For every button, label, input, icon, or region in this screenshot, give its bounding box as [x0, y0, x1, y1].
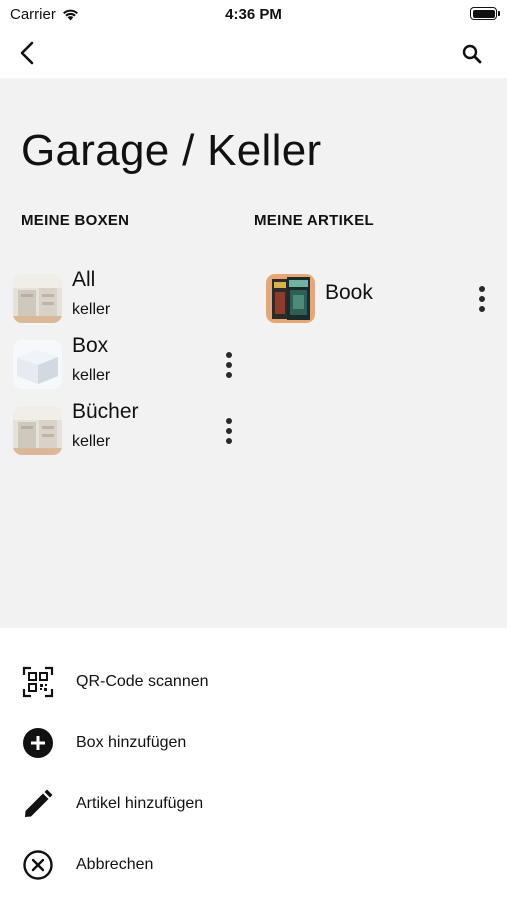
box-location: keller — [72, 367, 111, 384]
box-title: All — [72, 268, 96, 291]
cancel-label: Abbrechen — [76, 856, 154, 873]
box-thumbnail-buecher — [13, 406, 62, 455]
box-location: keller — [72, 433, 111, 450]
box-location: keller — [72, 301, 111, 318]
chevron-left-icon — [20, 41, 34, 65]
box-row-box[interactable]: Box keller — [13, 334, 243, 394]
battery-icon — [470, 7, 500, 20]
box-title: Box — [72, 334, 109, 357]
pencil-icon — [22, 788, 54, 820]
article-thumbnail-book — [266, 274, 315, 323]
add-box-label: Box hinzufügen — [76, 734, 187, 751]
content-area: Garage / Keller MEINE BOXEN MEINE ARTIKE… — [0, 78, 507, 628]
add-circle-icon — [22, 727, 54, 759]
action-sheet: QR-Code scannen Box hinzufügen Artikel h… — [0, 628, 507, 900]
box-menu-button[interactable] — [219, 347, 239, 383]
search-button[interactable] — [457, 39, 487, 69]
add-box-action[interactable]: Box hinzufügen — [0, 715, 507, 771]
box-thumbnail-all — [13, 274, 62, 323]
status-time: 4:36 PM — [225, 6, 282, 23]
qr-code-icon — [22, 666, 54, 698]
articles-section-header: MEINE ARTIKEL — [254, 212, 375, 229]
box-menu-button[interactable] — [219, 413, 239, 449]
article-row-book[interactable]: Book — [266, 268, 466, 328]
add-article-action[interactable]: Artikel hinzufügen — [0, 776, 507, 832]
box-row-all[interactable]: All keller — [13, 268, 243, 328]
back-button[interactable] — [12, 38, 42, 68]
box-title: Bücher — [72, 400, 139, 423]
page-title: Garage / Keller — [21, 126, 322, 175]
box-thumbnail-box — [13, 340, 62, 389]
boxes-section-header: MEINE BOXEN — [21, 212, 130, 229]
navigation-bar — [0, 28, 507, 78]
qr-scan-action[interactable]: QR-Code scannen — [0, 654, 507, 710]
add-article-label: Artikel hinzufügen — [76, 795, 204, 812]
cancel-action[interactable]: Abbrechen — [0, 837, 507, 893]
search-icon — [462, 44, 482, 64]
qr-scan-label: QR-Code scannen — [76, 673, 209, 690]
cancel-circle-icon — [22, 849, 54, 881]
box-row-buecher[interactable]: Bücher keller — [13, 400, 243, 460]
article-title: Book — [325, 281, 373, 304]
article-menu-button[interactable] — [472, 281, 492, 317]
status-bar: Carrier 4:36 PM — [0, 0, 507, 28]
